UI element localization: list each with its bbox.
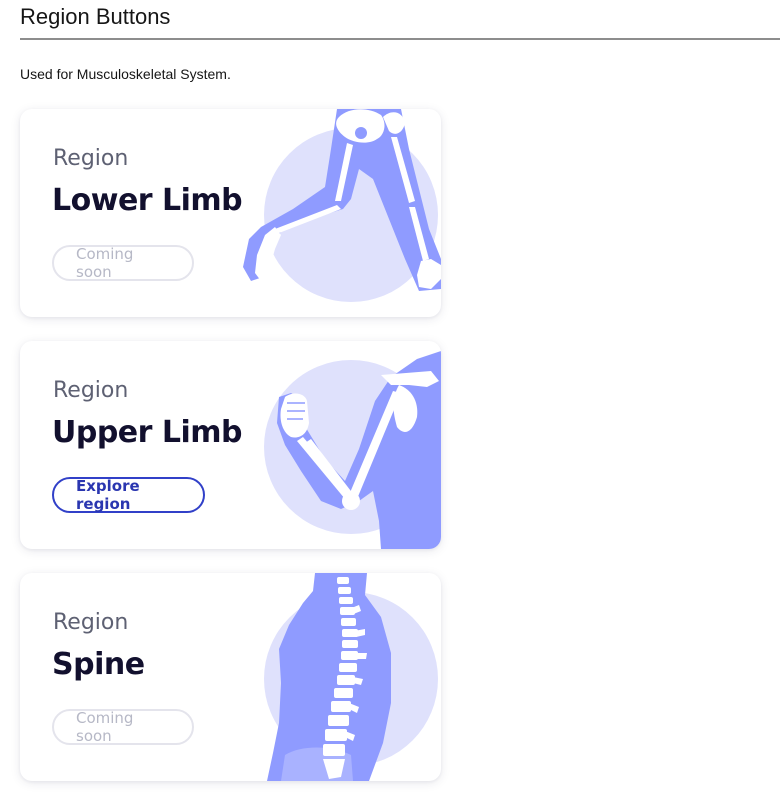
card-eyebrow: Region (53, 610, 129, 635)
card-eyebrow: Region (53, 146, 129, 171)
explore-region-button[interactable]: Explore region (52, 477, 205, 513)
page-title: Region Buttons (20, 4, 171, 29)
spine-skeleton-icon (264, 573, 438, 781)
card-title: Lower Limb (52, 183, 243, 218)
region-card-lower-limb: Region Lower Limb Coming soon (20, 109, 441, 317)
coming-soon-button[interactable]: Coming soon (52, 709, 194, 745)
card-eyebrow: Region (53, 378, 129, 403)
card-title: Spine (52, 647, 145, 682)
lower-limb-skeleton-icon (243, 109, 441, 302)
page-description: Used for Musculoskeletal System. (20, 66, 231, 82)
region-card-spine: Region Spine Coming soon (20, 573, 441, 781)
region-card-upper-limb: Region Upper Limb Explore region (20, 341, 441, 549)
title-divider (20, 38, 780, 40)
card-title: Upper Limb (52, 415, 243, 450)
upper-limb-skeleton-icon (264, 351, 441, 549)
coming-soon-button[interactable]: Coming soon (52, 245, 194, 281)
